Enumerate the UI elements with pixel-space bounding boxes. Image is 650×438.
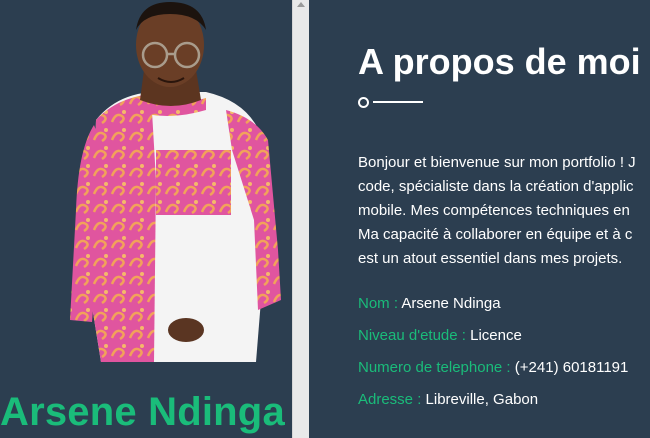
divider-line (373, 101, 423, 103)
info-label: Nom : (358, 295, 402, 312)
info-row-phone: Numero de telephone : (+241) 60181191 (358, 354, 628, 386)
profile-panel: Arsene Ndinga (0, 0, 292, 438)
info-row-name: Nom : Arsene Ndinga (358, 290, 628, 322)
vertical-scrollbar[interactable] (292, 0, 309, 438)
profile-photo (70, 2, 281, 362)
info-label: Adresse : (358, 391, 426, 408)
divider-dot-icon (358, 97, 369, 108)
bio-line: Bonjour et bienvenue sur mon portfolio !… (358, 154, 636, 171)
personal-info-list: Nom : Arsene Ndinga Niveau d'etude : Lic… (358, 290, 628, 418)
about-section: A propos de moi Bonjour et bienvenue sur… (309, 0, 650, 438)
info-value: Arsene Ndinga (401, 295, 501, 312)
info-value: Libreville, Gabon (425, 391, 539, 408)
info-value: (+241) 60181191 (514, 359, 629, 376)
info-label: Niveau d'etude : (358, 327, 471, 344)
info-value: Licence (470, 327, 522, 344)
section-title: A propos de moi (358, 41, 641, 82)
title-divider (358, 96, 428, 108)
info-row-education: Niveau d'etude : Licence (358, 322, 628, 354)
info-row-address: Adresse : Libreville, Gabon (358, 386, 628, 418)
bio-line: Ma capacité à collaborer en équipe et à … (358, 226, 633, 243)
profile-name: Arsene Ndinga (0, 390, 285, 434)
bio-paragraph: Bonjour et bienvenue sur mon portfolio !… (358, 151, 650, 271)
scroll-up-arrow-icon[interactable] (296, 0, 306, 10)
info-label: Numero de telephone : (358, 359, 515, 376)
bio-line: mobile. Mes compétences techniques en (358, 202, 630, 219)
bio-line: est un atout essentiel dans mes projets. (358, 250, 623, 267)
bio-line: code, spécialiste dans la création d'app… (358, 178, 634, 195)
